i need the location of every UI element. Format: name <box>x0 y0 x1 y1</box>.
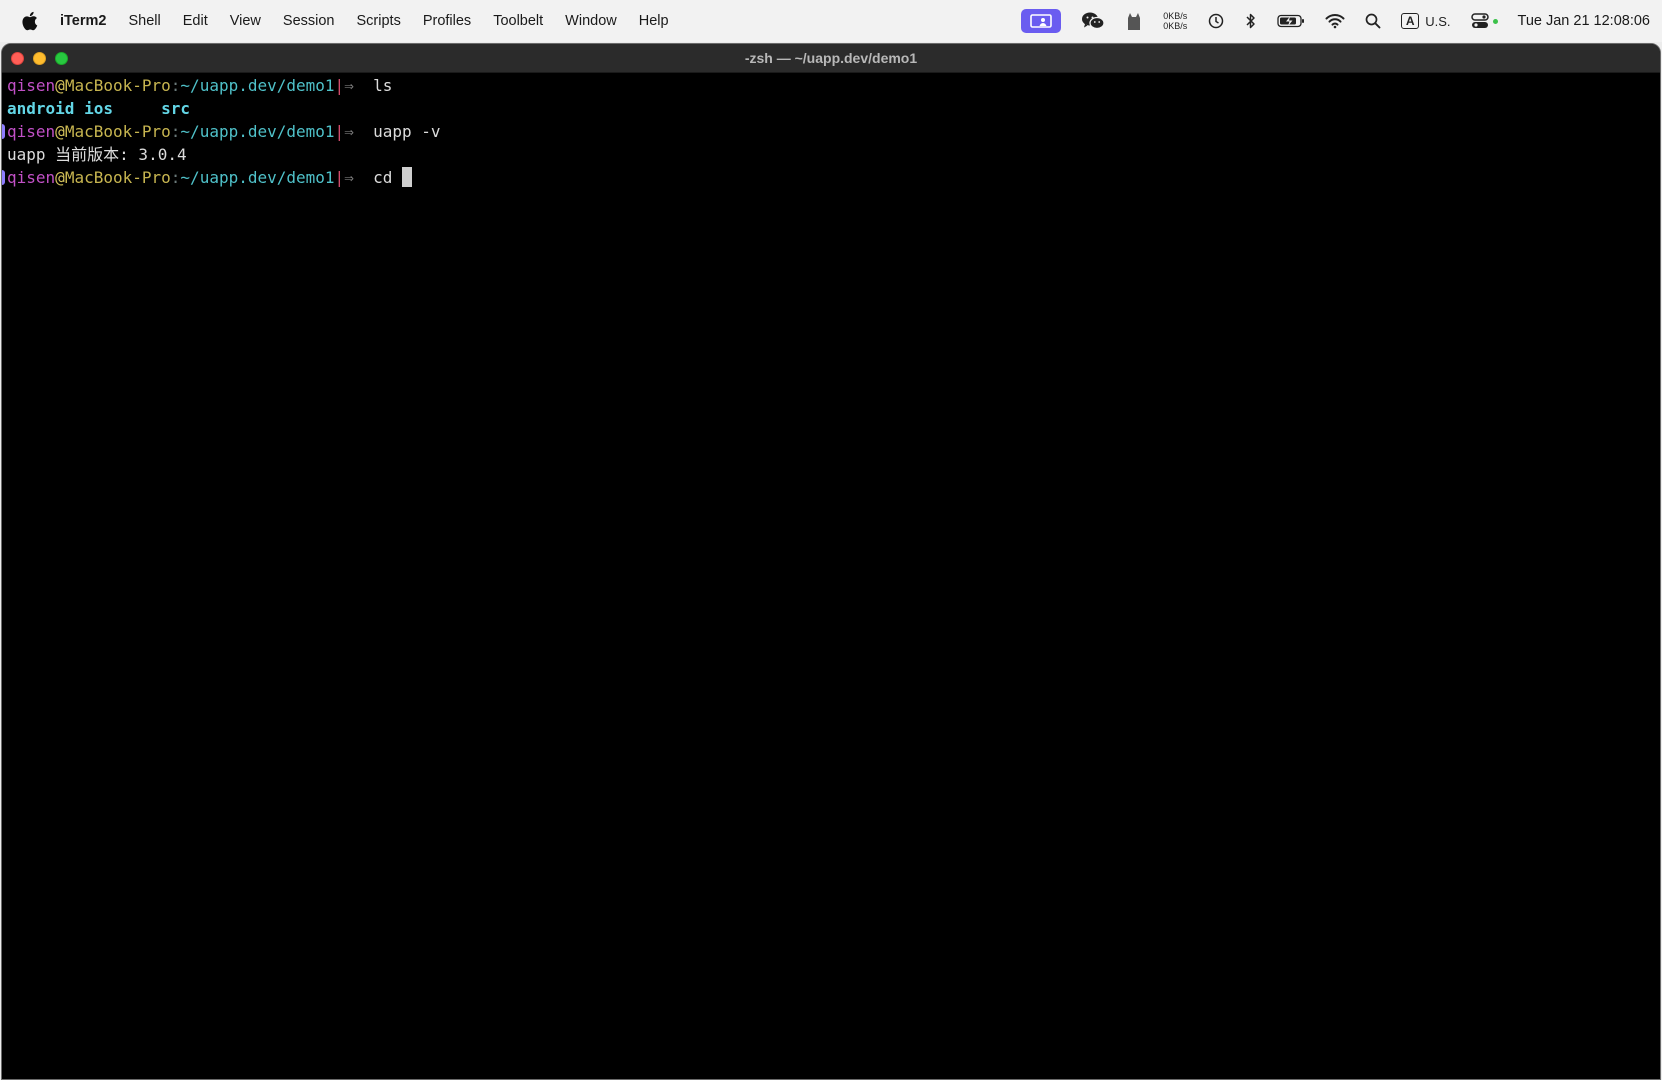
menu-profiles[interactable]: Profiles <box>423 13 471 29</box>
cat-icon[interactable] <box>1125 11 1143 31</box>
menu-help[interactable]: Help <box>639 13 669 29</box>
bluetooth-icon[interactable] <box>1245 12 1257 30</box>
window-titlebar[interactable]: -zsh — ~/uapp.dev/demo1 <box>2 44 1660 73</box>
prompt-at: @ <box>55 76 65 95</box>
menu-edit[interactable]: Edit <box>183 13 208 29</box>
prompt-bar: | <box>334 76 345 95</box>
zoom-button[interactable] <box>55 52 68 65</box>
terminal-line: android ios src <box>7 97 1660 120</box>
menu-scripts[interactable]: Scripts <box>357 13 401 29</box>
menu-window[interactable]: Window <box>565 13 617 29</box>
prompt-host: MacBook-Pro <box>64 76 171 95</box>
prompt-arrow: ⇒ <box>344 76 354 95</box>
prompt-host: MacBook-Pro <box>64 122 171 141</box>
command-text: ls <box>373 76 393 95</box>
input-source-label: U.S. <box>1425 13 1451 29</box>
prompt-colon: : <box>170 122 181 141</box>
traffic-lights <box>11 52 77 65</box>
prompt-at: @ <box>55 168 65 187</box>
menu-session[interactable]: Session <box>283 13 335 29</box>
apple-icon[interactable] <box>20 11 38 31</box>
minimize-button[interactable] <box>33 52 46 65</box>
prompt-path: ~/uapp.dev/demo1 <box>180 122 335 141</box>
command-text: uapp -v <box>373 122 441 141</box>
prompt-arrow: ⇒ <box>344 122 354 141</box>
prompt-path: ~/uapp.dev/demo1 <box>180 168 335 187</box>
prompt-user: qisen <box>7 122 56 141</box>
prompt-colon: : <box>170 168 181 187</box>
window-title: -zsh — ~/uapp.dev/demo1 <box>744 50 918 66</box>
screen-share-icon[interactable] <box>1021 9 1062 33</box>
prompt-arrow: ⇒ <box>344 168 354 187</box>
control-center-icon[interactable] <box>1470 13 1498 29</box>
menu-app-iterm2[interactable]: iTerm2 <box>60 13 106 29</box>
close-button[interactable] <box>11 52 24 65</box>
input-source-letter: A <box>1401 13 1420 29</box>
prompt-bar: | <box>334 168 345 187</box>
menu-left: iTerm2 Shell Edit View Session Scripts P… <box>20 11 691 31</box>
prompt-mark <box>2 170 5 185</box>
prompt-mark <box>2 124 5 139</box>
time-machine-icon[interactable] <box>1207 12 1225 30</box>
dir-entry: src <box>161 99 191 118</box>
netspeed-up: 0KB/s <box>1163 11 1188 21</box>
menu-view[interactable]: View <box>230 13 261 29</box>
output-text: uapp 当前版本: 3.0.4 <box>7 145 187 164</box>
menu-shell[interactable]: Shell <box>128 13 160 29</box>
terminal-line: qisen@MacBook-Pro:~/uapp.dev/demo1|⇒ ls <box>7 74 1660 97</box>
status-dot-icon <box>1492 18 1498 24</box>
menu-toolbelt[interactable]: Toolbelt <box>493 13 543 29</box>
terminal-line: qisen@MacBook-Pro:~/uapp.dev/demo1|⇒ uap… <box>2 120 1660 143</box>
wifi-icon[interactable] <box>1325 13 1345 29</box>
dir-entry: android <box>7 99 75 118</box>
terminal-window: -zsh — ~/uapp.dev/demo1 qisen@MacBook-Pr… <box>1 43 1661 1080</box>
wechat-icon[interactable] <box>1081 11 1105 31</box>
prompt-user: qisen <box>7 168 56 187</box>
dir-entry: ios <box>84 99 113 118</box>
battery-icon[interactable] <box>1277 14 1305 28</box>
terminal-line: uapp 当前版本: 3.0.4 <box>7 143 1660 166</box>
status-tray: 0KB/s 0KB/s A U.S. Tue Jan 21 12:08:06 <box>1021 0 1650 42</box>
prompt-path: ~/uapp.dev/demo1 <box>180 76 335 95</box>
network-speed: 0KB/s 0KB/s <box>1163 11 1187 31</box>
spotlight-icon[interactable] <box>1365 13 1381 29</box>
text-cursor <box>402 167 412 187</box>
netspeed-down: 0KB/s <box>1163 21 1188 31</box>
input-source-menu[interactable]: A U.S. <box>1401 13 1451 29</box>
prompt-user: qisen <box>7 76 56 95</box>
command-input[interactable]: cd <box>373 168 402 187</box>
prompt-at: @ <box>55 122 65 141</box>
prompt-colon: : <box>170 76 181 95</box>
prompt-bar: | <box>334 122 345 141</box>
menu-clock[interactable]: Tue Jan 21 12:08:06 <box>1518 13 1650 29</box>
menu-bar: iTerm2 Shell Edit View Session Scripts P… <box>0 0 1662 42</box>
terminal-line: qisen@MacBook-Pro:~/uapp.dev/demo1|⇒ cd <box>2 166 1660 189</box>
terminal-output[interactable]: qisen@MacBook-Pro:~/uapp.dev/demo1|⇒ ls … <box>2 73 1660 189</box>
prompt-host: MacBook-Pro <box>64 168 171 187</box>
